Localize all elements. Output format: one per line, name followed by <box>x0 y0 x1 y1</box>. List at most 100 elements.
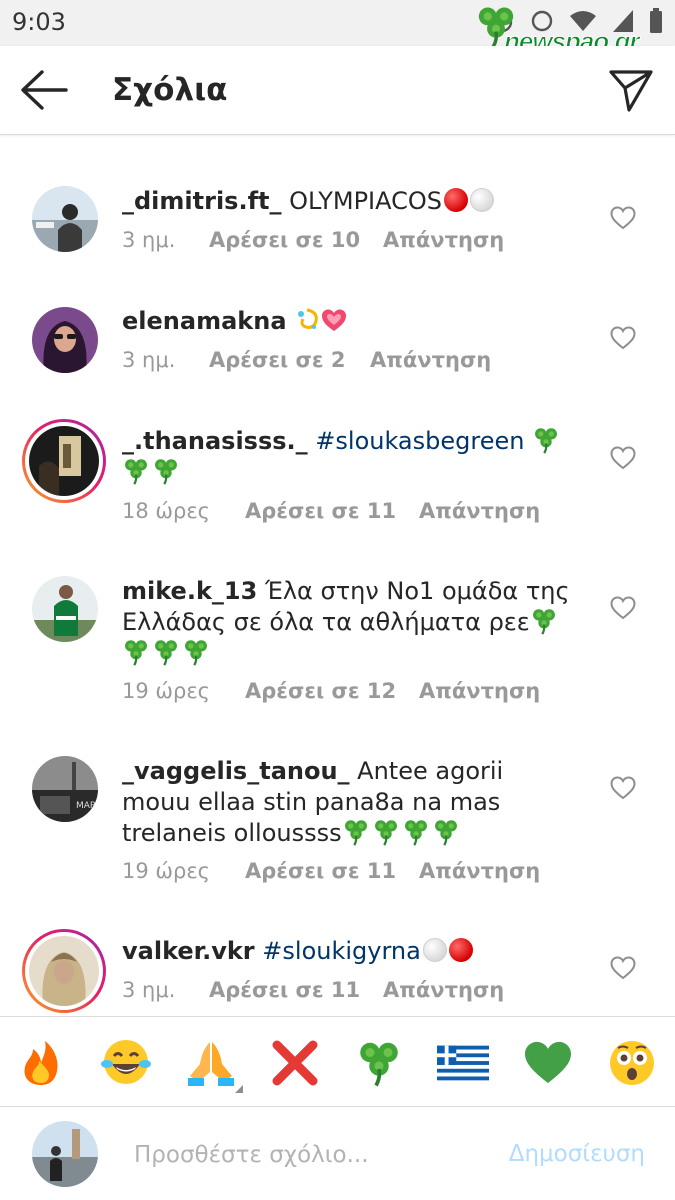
comment-item: valker.vkr #sloukigyrna 3 ημ. Αρέσει σε … <box>0 886 675 1016</box>
comment-username[interactable]: mike.k_13 <box>122 577 257 605</box>
comment-username[interactable]: _.thanasisss._ <box>122 427 308 455</box>
comment-message <box>287 307 295 335</box>
comment-hashtag[interactable]: #sloukigyrna <box>262 937 421 965</box>
shamrock-emoji <box>182 638 210 666</box>
cross-mark-emoji[interactable] <box>268 1037 322 1089</box>
comment-hashtag[interactable]: #sloukasbegreen <box>315 427 524 455</box>
red-circle-emoji <box>448 938 473 962</box>
comment-meta: 3 ημ. Αρέσει σε 2 Απάντηση <box>122 348 491 372</box>
reply-button[interactable]: Απάντηση <box>419 859 540 883</box>
comment-username[interactable]: elenamakna <box>122 307 287 335</box>
comments-list[interactable]: _dimitris.ft_ OLYMPIACOS 3 ημ. Αρέσει σε… <box>0 136 675 1016</box>
reply-button[interactable]: Απάντηση <box>419 499 540 523</box>
tears-of-joy-emoji[interactable] <box>99 1037 153 1089</box>
comment-item: mike.k_13 Έλα στην Νο1 ομάδα της Ελλάδας… <box>0 526 675 706</box>
comment-username[interactable]: valker.vkr <box>122 937 255 965</box>
comment-text: _dimitris.ft_ OLYMPIACOS <box>122 186 577 217</box>
comment-time: 3 ημ. <box>122 348 176 372</box>
comment-time: 19 ώρες <box>122 859 210 883</box>
comment-time: 19 ώρες <box>122 679 210 703</box>
comment-username[interactable]: _dimitris.ft_ <box>122 187 282 215</box>
reply-button[interactable]: Απάντηση <box>383 228 504 252</box>
emoji-quick-bar <box>0 1016 675 1106</box>
comment-meta: 3 ημ. Αρέσει σε 10 Απάντηση <box>122 228 504 252</box>
comment-item: _.thanasisss._ #sloukasbegreen 18 ώρες Α… <box>0 376 675 526</box>
avatar <box>29 936 99 1006</box>
comment-likes[interactable]: Αρέσει σε 12 <box>245 679 419 703</box>
like-heart-icon[interactable] <box>610 596 636 620</box>
shamrock-emoji <box>532 426 560 454</box>
comment-text: _vaggelis_tanou_ Antee agorii mouu ellaa… <box>122 756 577 849</box>
reply-button[interactable]: Απάντηση <box>419 679 540 703</box>
folded-hands-emoji[interactable] <box>184 1037 238 1089</box>
red-circle-emoji <box>444 188 468 212</box>
comment-likes[interactable]: Αρέσει σε 2 <box>209 348 370 372</box>
direct-share-button[interactable] <box>607 66 655 114</box>
comment-meta: 19 ώρες Αρέσει σε 11 Απάντηση <box>122 859 540 883</box>
current-user-avatar <box>32 1121 98 1187</box>
comment-text: elenamakna <box>122 306 577 337</box>
fire-emoji[interactable] <box>14 1037 68 1089</box>
like-heart-icon[interactable] <box>610 206 636 230</box>
avatar[interactable] <box>32 186 98 252</box>
greek-flag-emoji[interactable] <box>436 1037 490 1089</box>
skin-tone-indicator <box>235 1085 243 1093</box>
comment-text: valker.vkr #sloukigyrna <box>122 936 577 967</box>
comment-likes[interactable]: Αρέσει σε 11 <box>209 978 383 1002</box>
page-title: Σχόλια <box>112 72 228 108</box>
comment-meta: 19 ώρες Αρέσει σε 12 Απάντηση <box>122 679 540 703</box>
white-circle-emoji <box>422 938 447 962</box>
white-circle-emoji <box>470 188 494 212</box>
status-time: 9:03 <box>12 8 66 36</box>
shamrock-emoji <box>432 818 460 846</box>
comment-input-bar: Δημοσίευση <box>0 1106 675 1200</box>
comment-message: OLYMPIACOS <box>281 187 442 215</box>
avatar[interactable]: MAR <box>32 756 98 822</box>
comment-meta: 3 ημ. Αρέσει σε 11 Απάντηση <box>122 978 504 1002</box>
avatar-story-ring[interactable] <box>22 419 106 503</box>
arrow-left-icon <box>21 70 68 110</box>
post-button[interactable]: Δημοσίευση <box>509 1141 645 1167</box>
comment-time: 3 ημ. <box>122 978 176 1002</box>
avatar <box>29 426 99 496</box>
comment-likes[interactable]: Αρέσει σε 10 <box>209 228 383 252</box>
back-button[interactable] <box>18 68 70 112</box>
comment-text: mike.k_13 Έλα στην Νο1 ομάδα της Ελλάδας… <box>122 576 577 669</box>
avatar-story-ring[interactable] <box>22 929 106 1013</box>
header: Σχόλια <box>0 46 675 135</box>
like-heart-icon[interactable] <box>610 776 636 800</box>
reply-button[interactable]: Απάντηση <box>383 978 504 1002</box>
comment-time: 3 ημ. <box>122 228 176 252</box>
like-heart-icon[interactable] <box>610 326 636 350</box>
like-heart-icon[interactable] <box>610 956 636 980</box>
shamrock-emoji <box>342 818 370 846</box>
comment-time: 18 ώρες <box>122 499 210 523</box>
comment-likes[interactable]: Αρέσει σε 11 <box>245 859 419 883</box>
shamrock-emoji <box>372 818 400 846</box>
comment-likes[interactable]: Αρέσει σε 11 <box>245 499 419 523</box>
shamrock-emoji <box>122 638 150 666</box>
comment-meta: 18 ώρες Αρέσει σε 11 Απάντηση <box>122 499 540 523</box>
astonished-face-emoji[interactable] <box>605 1037 659 1089</box>
avatar[interactable] <box>32 576 98 642</box>
shamrock-emoji <box>122 457 150 485</box>
reply-button[interactable]: Απάντηση <box>370 348 491 372</box>
dizzy-emoji <box>298 308 318 329</box>
shamrock-emoji <box>152 638 180 666</box>
comment-username[interactable]: _vaggelis_tanou_ <box>122 757 350 785</box>
comment-text: _.thanasisss._ #sloukasbegreen <box>122 426 577 488</box>
comment-item: _dimitris.ft_ OLYMPIACOS 3 ημ. Αρέσει σε… <box>0 136 675 256</box>
sparkling-heart-emoji <box>322 309 347 331</box>
shamrock-emoji[interactable] <box>352 1037 406 1089</box>
green-heart-emoji[interactable] <box>521 1037 575 1089</box>
shamrock-emoji <box>152 457 180 485</box>
comment-item: MAR _vaggelis_tanou_ Antee agorii mouu e… <box>0 706 675 886</box>
comment-input[interactable] <box>134 1137 474 1173</box>
shamrock-emoji <box>402 818 430 846</box>
svg-text:MAR: MAR <box>76 801 96 811</box>
status-bar: 9:03 newspao.gr <box>0 0 675 57</box>
like-heart-icon[interactable] <box>610 446 636 470</box>
comment-item: elenamakna 3 ημ. Αρέσει σε 2 Απάντηση <box>0 256 675 376</box>
paper-plane-icon <box>609 70 653 112</box>
avatar[interactable] <box>32 307 98 373</box>
